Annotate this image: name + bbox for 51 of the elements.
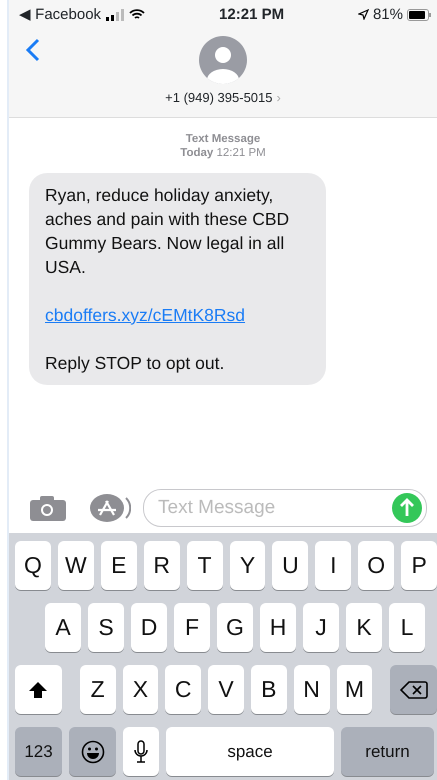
shift-icon [28,680,48,698]
shift-key[interactable] [15,665,62,714]
smiley-icon [80,740,104,764]
camera-icon[interactable] [29,494,67,522]
letter-key[interactable]: Y [230,541,266,590]
letter-key[interactable]: T [186,541,223,590]
app-store-icon[interactable] [89,493,131,523]
avatar-icon [199,36,247,84]
letter-key[interactable]: J [303,603,339,652]
letter-key[interactable]: V [208,665,244,714]
microphone-icon [134,740,148,764]
message-text: Reply STOP to opt out. [45,352,226,375]
emoji-key[interactable] [69,727,116,776]
letter-key[interactable]: Q [15,541,51,590]
message-text: Ryan, reduce holiday anxiety, aches and pain with these CBD Gummy Bears. Now legal in all USA. [45,184,290,279]
timestamp: Today 12:21 PM [179,146,267,161]
space-key[interactable]: space [166,727,334,776]
return-key[interactable]: return [341,727,434,776]
letter-key[interactable]: M [336,665,372,714]
letter-key[interactable]: G [217,603,253,652]
letter-key[interactable]: L [389,603,425,652]
dictation-key[interactable] [123,727,159,776]
letter-key[interactable]: D [131,603,167,652]
letter-key[interactable]: B [250,665,287,714]
letter-key[interactable]: S [88,603,124,652]
letter-key[interactable]: W [58,541,94,590]
contact-number[interactable]: +1 (949) 395-5015 [165,88,272,108]
letter-key[interactable]: F [174,603,210,652]
letter-key[interactable]: U [272,541,308,590]
letter-key[interactable]: R [144,541,180,590]
status-time: 12:21 PM [219,4,284,25]
letter-key[interactable]: I [315,541,352,590]
back-to-app-link[interactable]: ◀ Facebook [19,4,102,26]
letter-key[interactable]: E [100,541,137,590]
battery-percent: 81% [372,4,403,25]
delete-icon [400,680,428,700]
service-label: Text Message [184,132,262,146]
numbers-key[interactable]: 123 [15,727,62,776]
delete-key[interactable] [390,665,437,714]
message-field[interactable]: Text Message [143,489,427,527]
letter-key[interactable]: O [358,541,394,590]
letter-key[interactable]: N [294,665,330,714]
chevron: › [276,89,281,107]
letter-key[interactable]: A [45,603,81,652]
letter-key[interactable]: X [122,665,158,714]
letter-key[interactable]: C [165,665,202,714]
letter-key[interactable]: Z [80,665,116,714]
back-icon[interactable] [26,38,40,62]
letter-key[interactable]: P [401,541,437,590]
letter-key[interactable]: H [260,603,296,652]
letter-key[interactable]: K [346,603,382,652]
